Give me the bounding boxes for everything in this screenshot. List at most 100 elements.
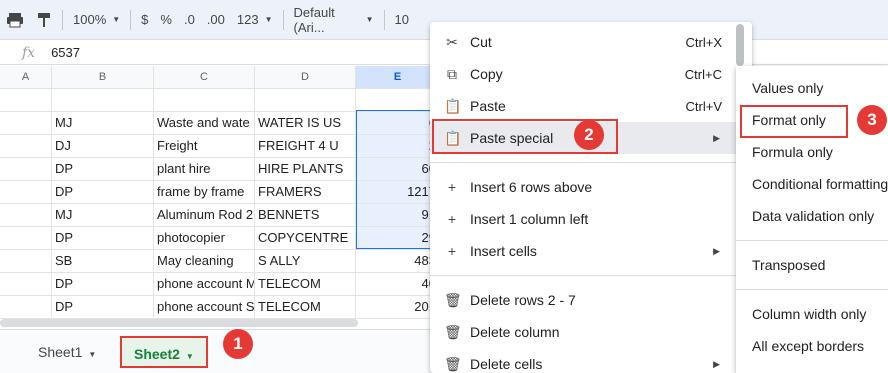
- cell[interactable]: plant hire: [154, 158, 255, 180]
- cell[interactable]: photocopier: [154, 227, 255, 249]
- menu-scrollbar[interactable]: [736, 24, 744, 66]
- cell[interactable]: [0, 227, 52, 249]
- cell[interactable]: FREIGHT 4 U: [255, 135, 356, 157]
- cell[interactable]: [0, 273, 52, 295]
- submenu-item-conditional-formatting-only[interactable]: Conditional formatting only: [736, 168, 888, 200]
- cell[interactable]: [356, 89, 440, 111]
- column-header-b[interactable]: B: [52, 66, 154, 88]
- cell[interactable]: DP: [52, 181, 154, 203]
- cell[interactable]: DP: [52, 296, 154, 318]
- menu-item-insert-rows[interactable]: + Insert 6 rows above: [430, 171, 752, 203]
- menu-item-label: Cut: [470, 34, 492, 50]
- sheet-tab-label: Sheet2: [134, 346, 180, 362]
- cell[interactable]: Freight: [154, 135, 255, 157]
- sheet-tab-sheet1[interactable]: Sheet1 ▼: [26, 336, 108, 368]
- more-formats-label: 123: [236, 12, 259, 27]
- currency-button[interactable]: $: [135, 6, 154, 34]
- submenu-item-data-validation-only[interactable]: Data validation only: [736, 200, 888, 232]
- menu-item-copy[interactable]: ⧉ Copy Ctrl+C: [430, 58, 752, 90]
- cell[interactable]: S ALLY: [255, 250, 356, 272]
- cell[interactable]: [0, 204, 52, 226]
- zoom-select[interactable]: 100% ▼: [67, 6, 126, 34]
- cell[interactable]: [0, 250, 52, 272]
- cell[interactable]: MJ: [52, 204, 154, 226]
- cell[interactable]: HIRE PLANTS: [255, 158, 356, 180]
- menu-item-delete-rows[interactable]: 🗑 Delete rows 2 - 7: [430, 284, 752, 316]
- cell[interactable]: MJ: [52, 112, 154, 134]
- cell[interactable]: 201: [356, 296, 440, 318]
- cell[interactable]: 91: [356, 204, 440, 226]
- cell[interactable]: phone account M: [154, 273, 255, 295]
- cell[interactable]: [0, 181, 52, 203]
- cell[interactable]: [0, 112, 52, 134]
- print-icon[interactable]: [0, 6, 30, 34]
- cell[interactable]: May cleaning: [154, 250, 255, 272]
- cell[interactable]: 40: [356, 273, 440, 295]
- table-row: DP frame by frame FRAMERS 1217: [0, 181, 440, 204]
- menu-divider: [736, 240, 888, 241]
- column-header-e[interactable]: E: [356, 66, 440, 88]
- chevron-down-icon: ▼: [88, 350, 97, 359]
- fx-icon: fx: [22, 44, 36, 61]
- column-header-c[interactable]: C: [154, 66, 255, 88]
- paint-format-icon[interactable]: [30, 6, 58, 34]
- sheet-tab-sheet2[interactable]: Sheet2 ▼: [120, 336, 208, 368]
- column-header-d[interactable]: D: [255, 66, 356, 88]
- submenu-item-values-only[interactable]: Values only: [736, 72, 888, 104]
- menu-item-paste[interactable]: 📋 Paste Ctrl+V: [430, 90, 752, 122]
- cell[interactable]: [0, 135, 52, 157]
- more-formats-button[interactable]: 123 ▼: [231, 6, 279, 34]
- cell[interactable]: DP: [52, 227, 154, 249]
- cell[interactable]: DP: [52, 158, 154, 180]
- menu-item-label: Paste: [470, 98, 506, 114]
- cell[interactable]: 1217: [356, 181, 440, 203]
- cell[interactable]: SB: [52, 250, 154, 272]
- submenu-item-column-width-only[interactable]: Column width only: [736, 298, 888, 330]
- cell[interactable]: 6: [356, 112, 440, 134]
- cell[interactable]: 2: [356, 135, 440, 157]
- cell[interactable]: [0, 89, 52, 111]
- column-header-a[interactable]: A: [0, 66, 52, 88]
- spreadsheet-grid[interactable]: A B C D E MJ Waste and wate WATER IS US …: [0, 66, 440, 319]
- font-size-input[interactable]: 10: [389, 6, 415, 34]
- cell[interactable]: 29: [356, 227, 440, 249]
- formula-input[interactable]: 6537: [51, 45, 80, 60]
- cell[interactable]: TELECOM: [255, 273, 356, 295]
- menu-item-delete-column[interactable]: 🗑 Delete column: [430, 316, 752, 348]
- increase-decimal-button[interactable]: .00: [201, 6, 231, 34]
- cell[interactable]: [255, 89, 356, 111]
- cell[interactable]: FRAMERS: [255, 181, 356, 203]
- cell[interactable]: TELECOM: [255, 296, 356, 318]
- menu-item-delete-cells[interactable]: 🗑 Delete cells ▶: [430, 348, 752, 373]
- toolbar-divider: [282, 9, 284, 30]
- cell[interactable]: Waste and wate: [154, 112, 255, 134]
- cell[interactable]: [0, 158, 52, 180]
- cell[interactable]: Aluminum Rod 2: [154, 204, 255, 226]
- cell[interactable]: frame by frame: [154, 181, 255, 203]
- submenu-arrow-icon: ▶: [713, 245, 720, 256]
- cell[interactable]: BENNETS: [255, 204, 356, 226]
- submenu-item-formula-only[interactable]: Formula only: [736, 136, 888, 168]
- cell[interactable]: DP: [52, 273, 154, 295]
- cell[interactable]: 60: [356, 158, 440, 180]
- percent-button[interactable]: %: [154, 6, 178, 34]
- cell[interactable]: [0, 296, 52, 318]
- cell[interactable]: phone account S: [154, 296, 255, 318]
- menu-item-insert-column[interactable]: + Insert 1 column left: [430, 203, 752, 235]
- cell[interactable]: COPYCENTRE: [255, 227, 356, 249]
- cell[interactable]: 483: [356, 250, 440, 272]
- cell[interactable]: WATER IS US: [255, 112, 356, 134]
- cell[interactable]: [52, 89, 154, 111]
- menu-item-cut[interactable]: ✂ Cut Ctrl+X: [430, 26, 752, 58]
- submenu-item-all-except-borders[interactable]: All except borders: [736, 330, 888, 362]
- cell[interactable]: DJ: [52, 135, 154, 157]
- table-row: DP phone account S TELECOM 201: [0, 296, 440, 319]
- decrease-decimal-button[interactable]: .0: [178, 6, 201, 34]
- menu-item-insert-cells[interactable]: + Insert cells ▶: [430, 235, 752, 267]
- horizontal-scrollbar[interactable]: [0, 319, 358, 327]
- submenu-item-transposed[interactable]: Transposed: [736, 249, 888, 281]
- menu-item-label: Insert 6 rows above: [470, 179, 593, 195]
- font-select[interactable]: Default (Ari... ▼: [288, 5, 380, 35]
- table-row: SB May cleaning S ALLY 483: [0, 250, 440, 273]
- cell[interactable]: [154, 89, 255, 111]
